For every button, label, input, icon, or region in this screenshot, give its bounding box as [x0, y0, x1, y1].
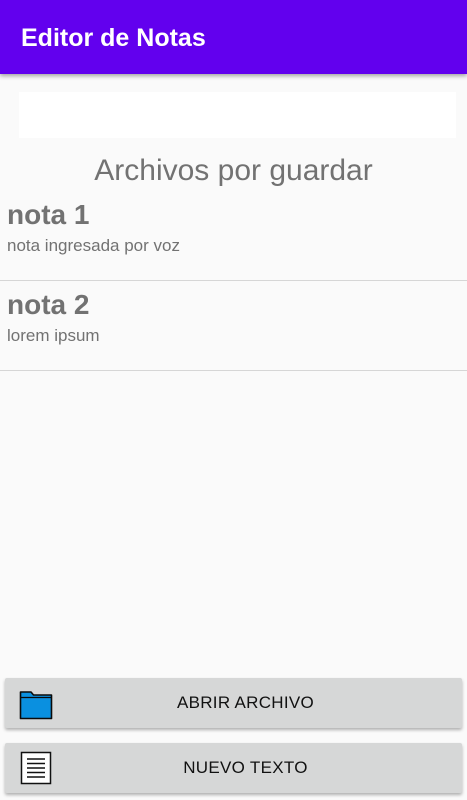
open-file-label: ABRIR ARCHIVO: [176, 693, 315, 712]
note-title: nota 2: [7, 289, 90, 320]
text-input[interactable]: [19, 92, 456, 138]
list-item[interactable]: nota 2 lorem ipsum: [0, 281, 467, 371]
new-text-button[interactable]: NUEVO TEXTO: [5, 743, 462, 793]
note-subtitle: nota ingresada por voz: [7, 236, 180, 255]
note-title: nota 1: [7, 199, 90, 230]
app-title: Editor de Notas: [21, 24, 206, 52]
open-file-button[interactable]: ABRIR ARCHIVO: [5, 678, 462, 728]
list-item[interactable]: nota 1 nota ingresada por voz: [0, 192, 467, 281]
note-list: nota 1 nota ingresada por voz nota 2 lor…: [0, 192, 467, 371]
note-subtitle: lorem ipsum: [7, 326, 100, 345]
section-title: Archivos por guardar: [94, 154, 373, 187]
app-bar: Editor de Notas: [0, 0, 467, 74]
new-text-label: NUEVO TEXTO: [183, 758, 308, 777]
app-screen: Editor de Notas Archivos por guardar not…: [0, 0, 467, 800]
